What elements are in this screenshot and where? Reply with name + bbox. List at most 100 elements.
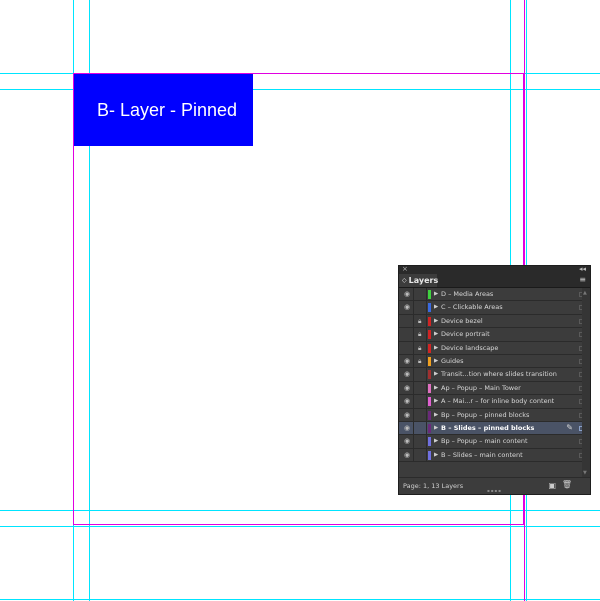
layer-color-swatch [428,423,431,433]
cell-divider [413,341,414,354]
horizontal-guide[interactable] [0,599,600,600]
cell-divider [413,435,414,448]
layer-row[interactable]: ◉ ▶ D – Media Areas [399,288,590,302]
layer-name: B – Slides – pinned blocks [441,423,535,432]
layer-color-swatch [428,370,431,380]
cell-divider [426,328,427,341]
disclosure-triangle-icon[interactable]: ▶ [434,304,438,310]
layer-row[interactable]: ◉ ▶ Transit...tion where slides transition [399,368,590,382]
layer-row[interactable]: ◉ 🔒︎ ▶ Guides [399,354,590,369]
lock-icon[interactable]: 🔒︎ [418,357,421,366]
lock-icon[interactable]: 🔒︎ [418,344,421,353]
layer-color-swatch [428,316,431,326]
layer-name: Ap – Popup – Main Tower [441,383,521,392]
layer-row[interactable]: ◉ ▶ A – Mai...r – for inline body content [399,395,590,409]
cell-divider [413,421,414,435]
panel-titlebar: × ◂◂ [399,265,590,274]
layer-name: Transit...tion where slides transition [441,370,557,379]
lock-icon[interactable]: 🔒︎ [418,317,421,326]
disclosure-triangle-icon[interactable]: ▶ [434,425,438,431]
disclosure-triangle-icon[interactable]: ▶ [434,318,438,324]
resize-grip-icon[interactable]: ▪▪▪▪ [487,488,502,493]
eye-icon[interactable]: ◉ [404,357,410,365]
layer-color-swatch [428,383,431,393]
layer-row[interactable]: ◉ ▶ B – Slides – main content [399,448,590,463]
collapse-icon[interactable]: ◂◂ [579,265,586,273]
disclosure-triangle-icon[interactable]: ▶ [434,291,438,297]
layer-name: C – Clickable Areas [441,303,503,312]
layer-row[interactable]: 🔒︎ ▶ Device portrait [399,328,590,342]
eye-icon[interactable]: ◉ [404,290,410,298]
cell-divider [426,435,427,448]
layer-color-swatch [428,410,431,420]
pinned-block-frame[interactable]: B- Layer - Pinned [74,74,253,146]
cell-divider [413,354,414,368]
trash-icon[interactable]: 🗑 [562,480,572,489]
cell-divider [426,381,427,395]
cell-divider [426,408,427,421]
disclosure-triangle-icon[interactable]: ▶ [434,398,438,404]
eye-icon[interactable]: ◉ [404,451,410,459]
layer-row[interactable]: 🔒︎ ▶ Device bezel [399,314,590,329]
layer-color-swatch [428,450,431,460]
scroll-down-icon[interactable]: ▼ [583,470,587,476]
cell-divider [426,314,427,328]
disclosure-triangle-icon[interactable]: ▶ [434,358,438,364]
layer-row[interactable]: ◉ ▶ B – Slides – pinned blocks ✎ [399,421,590,436]
layer-list: ◉ ▶ D – Media Areas ◉ ▶ C – Clickable Areas 🔒︎… [399,288,590,463]
layer-name: Device bezel [441,316,483,325]
layer-color-swatch [428,303,431,313]
tab-layers-label: Layers [408,276,439,285]
layer-name: Bp – Popup – pinned blocks [441,410,530,419]
layers-panel: × ◂◂ ◇ Layers ≡ ◉ ▶ D – Media Areas ◉ ▶ C – C… [398,265,591,495]
disclosure-triangle-icon[interactable]: ▶ [434,345,438,351]
cell-divider [413,448,414,462]
tab-arrows-icon: ◇ [402,277,407,284]
disclosure-triangle-icon[interactable]: ▶ [434,438,438,444]
layer-color-swatch [428,397,431,407]
disclosure-triangle-icon[interactable]: ▶ [434,412,438,418]
layer-list-scrollbar[interactable]: ▲ ▼ [582,288,590,478]
panel-status-bar: Page: 1, 13 Layers ▪▪▪▪ ▣ 🗑 [399,477,590,494]
eye-icon[interactable]: ◉ [404,384,410,392]
disclosure-triangle-icon[interactable]: ▶ [434,452,438,458]
horizontal-guide[interactable] [0,526,600,527]
cell-divider [426,368,427,381]
layer-row[interactable]: ◉ ▶ Ap – Popup – Main Tower [399,381,590,396]
eye-icon[interactable]: ◉ [404,411,410,419]
cell-divider [426,448,427,462]
eye-icon[interactable]: ◉ [404,397,410,405]
disclosure-triangle-icon[interactable]: ▶ [434,385,438,391]
tab-layers[interactable]: ◇ Layers [399,274,439,287]
cell-divider [426,421,427,435]
eye-icon[interactable]: ◉ [404,437,410,445]
layer-row[interactable]: ◉ ▶ Bp – Popup – pinned blocks [399,408,590,422]
eye-icon[interactable]: ◉ [404,424,410,432]
disclosure-triangle-icon[interactable]: ▶ [434,331,438,337]
cell-divider [426,395,427,408]
layer-row[interactable]: 🔒︎ ▶ Device landscape [399,341,590,355]
cell-divider [426,354,427,368]
layer-name: Guides [441,356,464,365]
new-layer-icon[interactable]: ▣ [548,481,556,490]
lock-icon[interactable]: 🔒︎ [418,330,421,339]
cell-divider [426,301,427,314]
panel-menu-icon[interactable]: ≡ [579,275,586,284]
layer-name: Device landscape [441,343,499,352]
layer-row[interactable]: ◉ ▶ C – Clickable Areas [399,301,590,315]
layer-color-swatch [428,356,431,366]
cell-divider [413,381,414,395]
cell-divider [413,395,414,408]
layer-color-swatch [428,290,431,299]
scroll-up-icon[interactable]: ▲ [583,290,587,296]
cell-divider [413,314,414,328]
close-icon[interactable]: × [402,265,408,273]
pinned-block-label: B- Layer - Pinned [97,99,238,120]
eye-icon[interactable]: ◉ [404,370,410,378]
eye-icon[interactable]: ◉ [404,303,410,311]
cell-divider [413,288,414,301]
layer-count-status: Page: 1, 13 Layers [403,482,464,490]
disclosure-triangle-icon[interactable]: ▶ [434,371,438,377]
layer-row[interactable]: ◉ ▶ Bp – Popup – main content [399,435,590,449]
panel-tabbar: ◇ Layers ≡ [399,274,590,288]
